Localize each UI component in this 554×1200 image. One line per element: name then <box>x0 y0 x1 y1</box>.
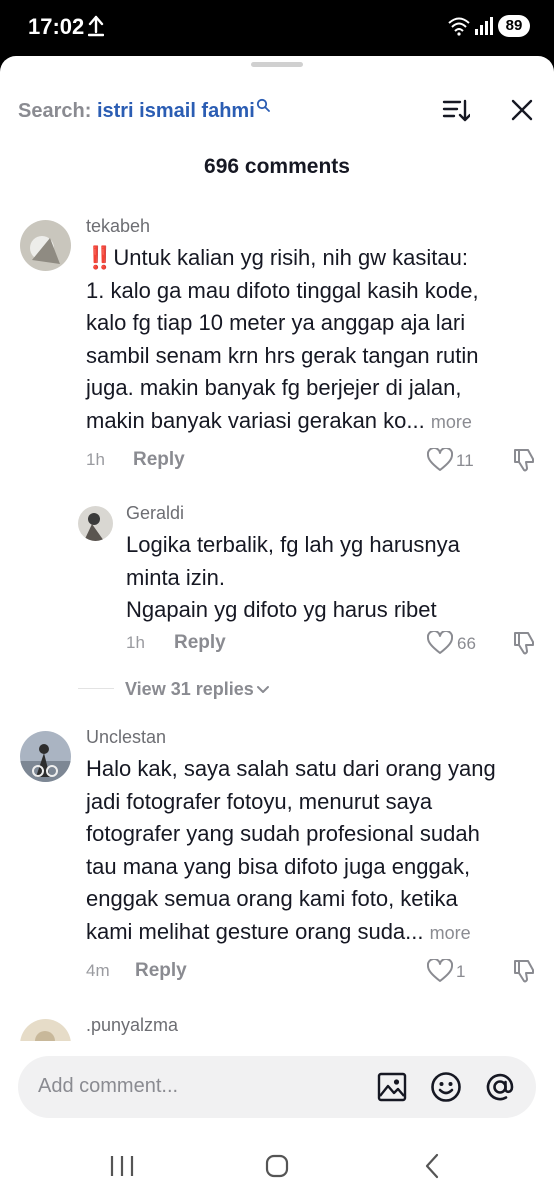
comment-count: 696 comments <box>204 155 350 178</box>
avatar[interactable] <box>78 506 113 541</box>
avatar[interactable] <box>20 731 71 782</box>
like-count: 1 <box>456 962 466 981</box>
comment-line: kalo fg tiap 10 meter ya anggap aja lari <box>86 310 466 335</box>
reply-username[interactable]: Geraldi <box>126 503 184 524</box>
home-icon[interactable] <box>265 1154 289 1178</box>
comment-time: 1h <box>86 450 105 469</box>
comment-username[interactable]: tekabeh <box>86 216 150 237</box>
dislike-icon[interactable] <box>511 958 537 984</box>
view-replies-label: View 31 replies <box>125 679 254 699</box>
emoji-icon[interactable] <box>430 1071 462 1103</box>
drag-handle[interactable] <box>251 62 303 67</box>
avatar[interactable] <box>20 220 71 271</box>
comment-line: kami melihat gesture orang suda... more <box>86 916 536 950</box>
close-icon[interactable] <box>510 98 534 122</box>
signal-icon <box>475 17 493 35</box>
comment-text: ‼️Untuk kalian yg risih, nih gw kasitau:… <box>86 242 536 438</box>
search-prefix: Search: <box>18 100 92 122</box>
comment-line: enggak semua orang kami foto, ketika <box>86 886 458 911</box>
comment-time: 4m <box>86 961 110 980</box>
comment-line-text: kami melihat gesture orang suda... <box>86 918 424 944</box>
search-icon <box>256 98 270 112</box>
comment-line: juga. makin banyak fg berjejer di jalan, <box>86 375 462 400</box>
comment-line: tau mana yang bisa difoto juga enggak, <box>86 853 471 879</box>
comments-sheet: Search: istri ismail fahmi 696 comments … <box>0 56 554 1200</box>
at-icon[interactable] <box>484 1071 516 1103</box>
view-replies-button[interactable]: View 31 replies <box>125 679 270 700</box>
comment-line: minta izin. <box>126 564 226 590</box>
more-link[interactable]: more <box>431 412 472 432</box>
battery-indicator: 89 <box>498 15 530 37</box>
comment-text: Halo kak, saya salah satu dari orang yan… <box>86 753 536 949</box>
dislike-icon[interactable] <box>511 630 537 656</box>
more-link[interactable]: more <box>430 923 471 943</box>
comment-line: Halo kak, saya salah satu dari orang yan… <box>86 756 496 781</box>
like-count: 11 <box>456 451 474 470</box>
status-time: 17:02 <box>28 14 85 39</box>
comment-line: fotografer yang sudah profesional sudah <box>86 821 480 846</box>
reply-button[interactable]: Reply <box>135 960 187 982</box>
back-icon[interactable] <box>424 1153 440 1179</box>
like-count: 66 <box>457 634 476 653</box>
comment-line: jadi fotografer fotoyu, menurut saya <box>86 788 433 814</box>
comment-input-placeholder: Add comment... <box>38 1075 179 1097</box>
wifi-icon <box>448 17 470 36</box>
comment-username[interactable]: Unclestan <box>86 727 166 748</box>
divider <box>78 688 114 689</box>
navigation-bar <box>0 1129 554 1200</box>
comment-username[interactable]: .punyalzma <box>86 1015 178 1036</box>
reply-button[interactable]: Reply <box>174 632 226 654</box>
comment-line-text: makin banyak variasi gerakan ko... <box>86 407 425 433</box>
dislike-icon[interactable] <box>511 447 537 473</box>
comment-line: Logika terbalik, fg lah yg harusnya <box>126 532 460 557</box>
status-bar: 17:02 89 <box>0 0 554 56</box>
comment-line: ‼️Untuk kalian yg risih, nih gw kasitau: <box>86 245 469 270</box>
chevron-down-icon <box>256 686 269 694</box>
comment-input[interactable]: Add comment... <box>18 1056 536 1118</box>
comment-line: makin banyak variasi gerakan ko... more <box>86 405 536 439</box>
search-header[interactable]: Search: istri ismail fahmi <box>18 98 270 123</box>
heart-icon[interactable] <box>427 448 453 472</box>
recents-icon[interactable] <box>109 1155 135 1177</box>
reply-time: 1h <box>126 633 145 652</box>
sort-icon[interactable] <box>442 98 470 124</box>
reply-text: Logika terbalik, fg lah yg harusnya mint… <box>126 529 536 627</box>
reply-button[interactable]: Reply <box>133 449 185 471</box>
comment-input-bar: Add comment... <box>0 1041 554 1129</box>
comment-line: 1. kalo ga mau difoto tinggal kasih kode… <box>86 277 479 303</box>
comment-line: Ngapain yg difoto yg harus ribet <box>126 597 437 622</box>
comment-line: sambil senam krn hrs gerak tangan rutin <box>86 342 479 368</box>
heart-icon[interactable] <box>427 631 453 655</box>
search-term-link[interactable]: istri ismail fahmi <box>97 100 255 122</box>
image-icon[interactable] <box>377 1072 407 1102</box>
upload-icon <box>88 15 104 37</box>
heart-icon[interactable] <box>427 959 453 983</box>
